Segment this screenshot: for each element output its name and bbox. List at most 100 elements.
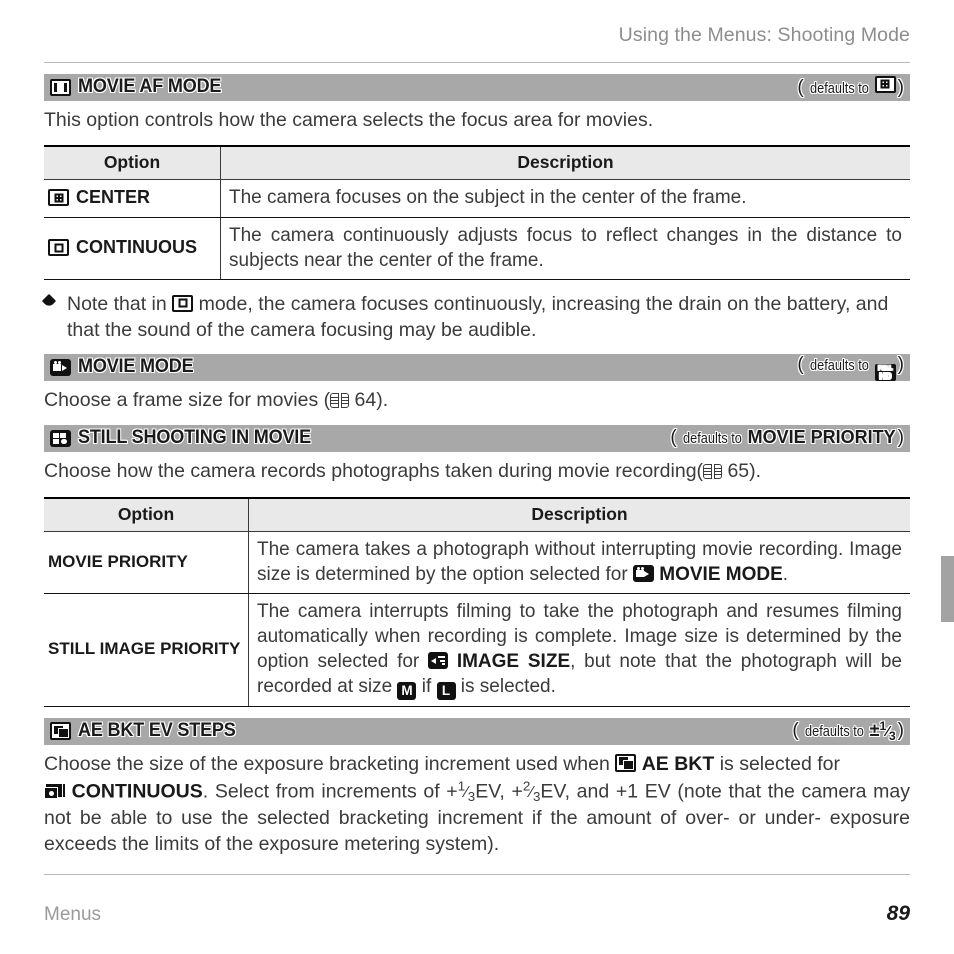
ae-bkt-body: Choose the size of the exposure bracketi… [44, 752, 910, 855]
continuous-af-icon [172, 294, 194, 312]
body-after: ). [376, 388, 389, 411]
table-row: CENTER The camera focuses on the subject… [44, 179, 910, 218]
table-header-row: Option Description [44, 496, 910, 532]
description-cell-center: The camera focuses on the subject in the… [220, 179, 910, 218]
movie-mode-body: Choose a frame size for movies ( 64). [44, 388, 910, 414]
movie-af-intro: This option controls how the camera sele… [44, 108, 654, 131]
frac1-numerator: 1 [457, 778, 466, 794]
movie-af-note: Note that in mode, the camera focuses co… [41, 291, 910, 343]
body-bold-2: CONTINUOUS [71, 780, 203, 803]
section-header-left: MOVIE MODE [50, 356, 200, 378]
table-row: MOVIE PRIORITY The camera takes a photog… [44, 531, 910, 594]
footer-page-number: 89 [886, 902, 910, 925]
section-default-value: (defaults to MOVIE PRIORITY) [670, 427, 904, 449]
frac-numerator: 1 [879, 719, 887, 734]
section-title: AE BKT EV STEPS [78, 720, 236, 742]
body-bold-1: AE BKT [641, 752, 715, 775]
defaults-label: defaults to [682, 431, 742, 448]
full-hd-line2: HD [879, 370, 892, 381]
page-reference-number: 65 [727, 459, 750, 482]
option-cell-center: CENTER [44, 179, 221, 218]
full-hd-icon: FULL HD [874, 364, 896, 382]
body-part-4: EV, + [475, 780, 523, 803]
option-cell-still-image-priority: STILL IMAGE PRIORITY [44, 593, 249, 707]
note-text: Note that in mode, the camera focuses co… [67, 291, 910, 343]
body-part-3: . Select from increments of + [202, 780, 458, 803]
header-divider [44, 61, 910, 63]
defaults-value: ±1⁄3 [869, 719, 896, 744]
option-label: CONTINUOUS [76, 236, 197, 257]
table-row: CONTINUOUS The camera continuously adjus… [44, 217, 910, 280]
column-header-option: Option [44, 145, 221, 181]
running-header: Using the Menus: Shooting Mode [618, 24, 910, 46]
section-header-movie-af-mode: MOVIE AF MODE (defaults to ) [44, 73, 910, 101]
note-text-before: Note that in [67, 292, 173, 315]
center-af-icon [48, 189, 69, 207]
column-header-description: Description [248, 496, 910, 532]
section-header-still-shooting-in-movie: STILL SHOOTING IN MOVIE (defaults to MOV… [44, 424, 910, 452]
section-header-left: MOVIE AF MODE [50, 76, 229, 98]
table-header-row: Option Description [44, 145, 910, 181]
body-before: Choose how the camera records photograph… [44, 459, 704, 482]
ae-bkt-icon [615, 753, 637, 772]
desc-part-3: if [416, 676, 437, 698]
desc-part-2: . [782, 563, 789, 585]
movie-af-mode-table: Option Description CENTER The camera foc… [44, 145, 910, 280]
column-header-description: Description [220, 145, 910, 181]
footer-divider [44, 873, 910, 875]
still-shooting-table: Option Description MOVIE PRIORITY The ca… [44, 496, 910, 707]
note-tag-icon [41, 293, 58, 310]
movie-af-mode-icon [50, 78, 71, 96]
desc-part-4: is selected. [455, 676, 556, 698]
image-size-icon [428, 652, 449, 670]
section-header-left: AE BKT EV STEPS [50, 720, 244, 742]
section-title: MOVIE AF MODE [78, 76, 222, 97]
section-default-value: (defaults to ±1⁄3) [792, 719, 904, 744]
option-cell-continuous: CONTINUOUS [44, 217, 221, 280]
option-cell-movie-priority: MOVIE PRIORITY [44, 531, 249, 594]
page-reference-number: 64 [354, 388, 377, 411]
description-cell-movie-priority: The camera takes a photograph without in… [248, 531, 910, 594]
body-part-1: Choose the size of the exposure bracketi… [44, 752, 616, 775]
desc-part-1: The camera takes a photograph without in… [257, 538, 902, 585]
defaults-value: MOVIE PRIORITY [747, 427, 896, 448]
defaults-label: defaults to [804, 724, 864, 741]
desc-bold: MOVIE MODE [659, 563, 783, 585]
body-before: Choose a frame size for movies ( [44, 388, 331, 411]
page-footer: Menus 89 [44, 902, 910, 926]
movie-mode-icon [632, 564, 654, 582]
desc-bold: IMAGE SIZE [456, 651, 571, 673]
table-row: STILL IMAGE PRIORITY The camera interrup… [44, 593, 910, 707]
size-m-icon: M [397, 681, 417, 700]
description-cell-still-image-priority: The camera interrupts filming to take th… [248, 593, 910, 707]
frac2-numerator: 2 [522, 778, 531, 794]
frac-denominator: 3 [888, 729, 896, 744]
size-l-icon: L [436, 681, 456, 700]
description-cell-continuous: The camera continuously adjusts focus to… [220, 217, 910, 280]
defaults-sign: ± [869, 720, 880, 741]
section-default-value: (defaults to ) [797, 75, 904, 98]
section-header-movie-mode: MOVIE MODE (defaults to FULL HD ) [44, 353, 910, 382]
ae-bkt-icon [50, 722, 71, 741]
still-shooting-body: Choose how the camera records photograph… [44, 459, 910, 485]
movie-mode-icon [50, 358, 71, 376]
section-header-left: STILL SHOOTING IN MOVIE [50, 427, 323, 449]
option-label: CENTER [76, 187, 151, 208]
section-title: MOVIE MODE [78, 356, 194, 378]
page-edge-tab [941, 556, 954, 622]
body-part-2: is selected for [714, 752, 841, 775]
defaults-label: defaults to [809, 357, 869, 374]
still-shooting-in-movie-icon [50, 429, 71, 447]
manual-page: Using the Menus: Shooting Mode MOVIE AF … [0, 0, 954, 954]
center-af-icon [874, 75, 896, 93]
page-reference-icon [703, 463, 723, 479]
column-header-option: Option [44, 496, 249, 532]
page-reference-icon [330, 392, 350, 408]
defaults-label: defaults to [809, 80, 869, 97]
continuous-af-icon [48, 239, 69, 257]
section-title: STILL SHOOTING IN MOVIE [78, 427, 311, 449]
body-after: ). [749, 459, 762, 482]
section-default-value: (defaults to FULL HD ) [797, 353, 904, 382]
section-header-ae-bkt-ev-steps: AE BKT EV STEPS (defaults to ±1⁄3) [44, 717, 910, 745]
footer-chapter: Menus [44, 904, 102, 925]
